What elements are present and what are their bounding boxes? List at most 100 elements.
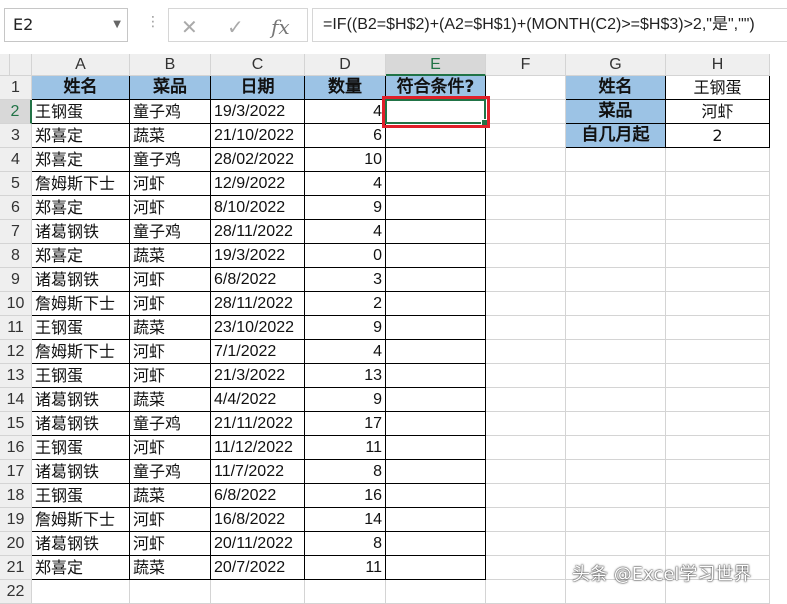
table-cell[interactable]: 8 — [305, 532, 386, 556]
table-cell[interactable]: 6/8/2022 — [211, 268, 305, 292]
cell[interactable] — [486, 148, 566, 172]
table-cell[interactable]: 河虾 — [130, 508, 211, 532]
table-header-cell[interactable]: 数量 — [305, 76, 386, 100]
column-header-f[interactable]: F — [486, 54, 566, 76]
insert-function-icon[interactable]: fx — [271, 15, 290, 39]
table-cell[interactable] — [386, 340, 486, 364]
table-cell[interactable]: 诸葛钢铁 — [32, 460, 130, 484]
cell[interactable] — [486, 244, 566, 268]
table-cell[interactable]: 23/10/2022 — [211, 316, 305, 340]
table-cell[interactable]: 19/3/2022 — [211, 244, 305, 268]
cell[interactable] — [486, 100, 566, 124]
cell[interactable] — [566, 532, 666, 556]
cell[interactable] — [666, 220, 770, 244]
cell[interactable] — [486, 292, 566, 316]
cell[interactable] — [486, 484, 566, 508]
table-cell[interactable]: 郑喜定 — [32, 148, 130, 172]
cell[interactable] — [486, 268, 566, 292]
cell[interactable] — [486, 508, 566, 532]
table-cell[interactable]: 10 — [305, 148, 386, 172]
row-header-1[interactable]: 1 — [0, 76, 32, 100]
name-box[interactable]: E2 ▼ — [4, 8, 128, 42]
table-cell[interactable]: 河虾 — [130, 436, 211, 460]
cell[interactable] — [486, 436, 566, 460]
table-cell[interactable]: 3 — [305, 268, 386, 292]
cell[interactable] — [666, 316, 770, 340]
cell[interactable] — [211, 580, 305, 604]
table-cell[interactable]: 16 — [305, 484, 386, 508]
table-cell[interactable]: 河虾 — [130, 196, 211, 220]
cell[interactable] — [486, 340, 566, 364]
cell[interactable] — [666, 196, 770, 220]
table-cell[interactable] — [386, 196, 486, 220]
cell[interactable] — [666, 484, 770, 508]
cell[interactable] — [666, 172, 770, 196]
row-header-19[interactable]: 19 — [0, 508, 32, 532]
cell[interactable] — [666, 532, 770, 556]
table-cell[interactable]: 4 — [305, 172, 386, 196]
cell[interactable] — [566, 340, 666, 364]
cell[interactable] — [566, 220, 666, 244]
row-header-21[interactable]: 21 — [0, 556, 32, 580]
cell[interactable] — [666, 244, 770, 268]
table-cell[interactable]: 河虾 — [130, 364, 211, 388]
table-cell[interactable]: 4/4/2022 — [211, 388, 305, 412]
cell[interactable] — [486, 220, 566, 244]
cell[interactable] — [666, 388, 770, 412]
formula-input[interactable]: =IF((B2=$H$2)+(A2=$H$1)+(MONTH(C2)>=$H$3… — [312, 8, 787, 42]
table-cell[interactable]: 11 — [305, 436, 386, 460]
column-header-a[interactable]: A — [32, 54, 130, 76]
table-cell[interactable]: 9 — [305, 196, 386, 220]
criteria-label[interactable]: 菜品 — [566, 100, 666, 124]
cell[interactable] — [486, 364, 566, 388]
cell[interactable] — [566, 316, 666, 340]
cell[interactable] — [566, 460, 666, 484]
column-header-c[interactable]: C — [211, 54, 305, 76]
cell[interactable] — [130, 580, 211, 604]
table-cell[interactable]: 9 — [305, 316, 386, 340]
table-cell[interactable] — [386, 148, 486, 172]
cell[interactable] — [566, 412, 666, 436]
table-cell[interactable]: 13 — [305, 364, 386, 388]
cell[interactable] — [566, 364, 666, 388]
cell[interactable] — [486, 124, 566, 148]
table-cell[interactable]: 17 — [305, 412, 386, 436]
table-cell[interactable] — [386, 316, 486, 340]
table-cell[interactable] — [386, 556, 486, 580]
cell[interactable] — [566, 484, 666, 508]
row-header-22[interactable]: 22 — [0, 580, 32, 604]
table-cell[interactable] — [386, 460, 486, 484]
row-header-11[interactable]: 11 — [0, 316, 32, 340]
column-header-e[interactable]: E — [386, 54, 486, 76]
cell[interactable] — [566, 388, 666, 412]
table-cell[interactable]: 8/10/2022 — [211, 196, 305, 220]
table-cell[interactable]: 蔬菜 — [130, 388, 211, 412]
table-cell[interactable]: 20/11/2022 — [211, 532, 305, 556]
column-header-d[interactable]: D — [305, 54, 386, 76]
cell[interactable] — [486, 388, 566, 412]
row-header-5[interactable]: 5 — [0, 172, 32, 196]
drag-handle-icon[interactable]: ⋮ — [146, 14, 160, 30]
table-cell[interactable]: 蔬菜 — [130, 316, 211, 340]
cell[interactable] — [666, 340, 770, 364]
table-cell[interactable] — [386, 484, 486, 508]
table-cell[interactable]: 6/8/2022 — [211, 484, 305, 508]
column-header-h[interactable]: H — [666, 54, 770, 76]
table-cell[interactable]: 诸葛钢铁 — [32, 220, 130, 244]
row-header-20[interactable]: 20 — [0, 532, 32, 556]
row-header-2[interactable]: 2 — [0, 100, 32, 124]
table-cell[interactable]: 郑喜定 — [32, 196, 130, 220]
table-cell[interactable]: 河虾 — [130, 532, 211, 556]
row-header-4[interactable]: 4 — [0, 148, 32, 172]
table-cell[interactable]: 王钢蛋 — [32, 364, 130, 388]
criteria-value[interactable]: 2 — [666, 124, 770, 148]
cell[interactable] — [566, 148, 666, 172]
table-cell[interactable]: 11/12/2022 — [211, 436, 305, 460]
table-cell[interactable]: 詹姆斯下士 — [32, 172, 130, 196]
row-header-9[interactable]: 9 — [0, 268, 32, 292]
cell[interactable] — [566, 508, 666, 532]
table-cell[interactable]: 诸葛钢铁 — [32, 412, 130, 436]
table-cell[interactable]: 12/9/2022 — [211, 172, 305, 196]
table-cell[interactable]: 童子鸡 — [130, 460, 211, 484]
table-cell[interactable] — [386, 412, 486, 436]
